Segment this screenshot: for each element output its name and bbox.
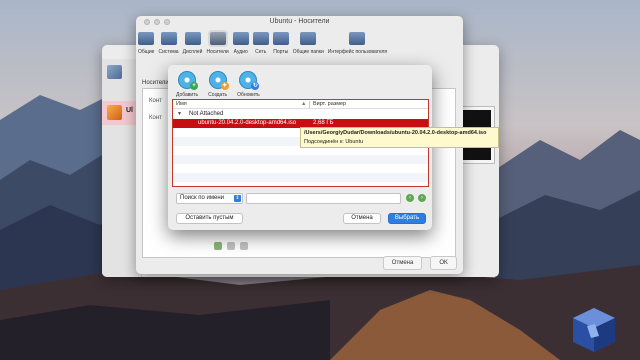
controller-item[interactable]: Конт	[149, 98, 162, 104]
collapse-arrow-icon[interactable]: ▼	[177, 110, 182, 119]
tab-label: Система	[158, 49, 179, 55]
refresh-disk-button[interactable]: ↻ Обновить	[237, 71, 260, 98]
storage-tree-actions	[214, 242, 248, 250]
add-disk-label: Добавить	[176, 92, 199, 98]
controller-item[interactable]: Конт	[149, 115, 162, 121]
display-icon	[184, 32, 201, 45]
add-disk-button[interactable]: + Добавить	[176, 71, 198, 98]
size-column-header[interactable]: Вирт. размер	[313, 101, 346, 107]
plus-icon: +	[190, 82, 199, 90]
shared-folders-icon	[300, 32, 317, 45]
refresh-icon: ↻	[251, 82, 260, 90]
virtualbox-logo-icon	[573, 308, 615, 352]
search-bar: Поиск по имени ⇕ ‹ ›	[176, 193, 426, 204]
medium-name: ubuntu-20.04.2.0-desktop-amd64.iso	[198, 120, 297, 126]
search-mode-select[interactable]: Поиск по имени ⇕	[176, 193, 243, 204]
search-input[interactable]	[246, 193, 401, 204]
dialog-toolbar: + Добавить ✦ Создать ↻ Обновить	[176, 71, 260, 98]
tab-label: Общие папки	[292, 49, 324, 55]
list-header: Имя ▲ Вирт. размер	[173, 100, 428, 109]
medium-tooltip: /Users/GeorgiyDudar/Downloads/ubuntu-20.…	[300, 127, 499, 148]
settings-ok-button[interactable]: OK	[430, 256, 457, 270]
empty-row	[173, 155, 428, 164]
tools-icon[interactable]	[107, 65, 122, 79]
chevron-updown-icon: ⇕	[234, 195, 241, 202]
section-label: Носители	[142, 80, 169, 86]
ubuntu-vm-icon	[107, 105, 122, 120]
audio-icon	[232, 32, 249, 45]
group-row[interactable]: ▼ Not Attached	[173, 110, 428, 119]
tab-label: Аудио	[233, 49, 248, 55]
search-mode-value: Поиск по имени	[180, 195, 225, 201]
name-column-header[interactable]: Имя	[176, 101, 187, 107]
tab-label: Сеть	[255, 49, 267, 55]
refresh-disk-icon: ↻	[239, 71, 260, 90]
create-disk-label: Создать	[208, 92, 228, 98]
tab-label: Порты	[273, 49, 289, 55]
add-attachment-icon[interactable]	[214, 242, 222, 250]
tooltip-attached: Подсоединён к: Ubuntu	[304, 139, 364, 145]
empty-row	[173, 173, 428, 182]
tab-label: Общие	[138, 49, 155, 55]
settings-cancel-button[interactable]: Отмена	[382, 256, 423, 270]
general-icon	[138, 32, 155, 45]
star-icon: ✦	[220, 82, 229, 90]
vm-name: Ul	[126, 107, 133, 114]
create-disk-icon: ✦	[208, 71, 229, 90]
system-icon	[160, 32, 177, 45]
add-disk-icon: +	[178, 71, 199, 90]
leave-empty-button[interactable]: Оставить пустым	[176, 213, 243, 224]
tab-general[interactable]: Общие	[138, 29, 154, 73]
remove-attachment-icon[interactable]	[227, 242, 235, 250]
storage-icon	[209, 32, 226, 45]
search-nav: ‹ ›	[406, 194, 426, 202]
refresh-disk-label: Обновить	[237, 92, 260, 98]
search-backward-icon[interactable]: ‹	[406, 194, 414, 202]
settings-buttons: Отмена OK	[382, 256, 457, 270]
create-disk-button[interactable]: ✦ Создать	[208, 71, 229, 98]
group-label: Not Attached	[189, 111, 224, 117]
network-icon	[252, 32, 269, 45]
cancel-button[interactable]: Отмена	[343, 213, 381, 224]
tooltip-path: /Users/GeorgiyDudar/Downloads/ubuntu-20.…	[304, 130, 487, 136]
tab-label: Дисплей	[182, 49, 203, 55]
tab-label: Интерфейс пользователя	[327, 49, 388, 55]
sort-arrow-icon: ▲	[301, 101, 307, 107]
tab-label: Носители	[206, 49, 229, 55]
ports-icon	[272, 32, 289, 45]
search-forward-icon[interactable]: ›	[418, 194, 426, 202]
choose-button[interactable]: Выбрать	[388, 213, 426, 224]
column-separator	[309, 101, 310, 108]
settings-window-title: Ubuntu - Носители	[269, 18, 330, 25]
attachment-settings-icon[interactable]	[240, 242, 248, 250]
ui-icon	[349, 32, 366, 45]
